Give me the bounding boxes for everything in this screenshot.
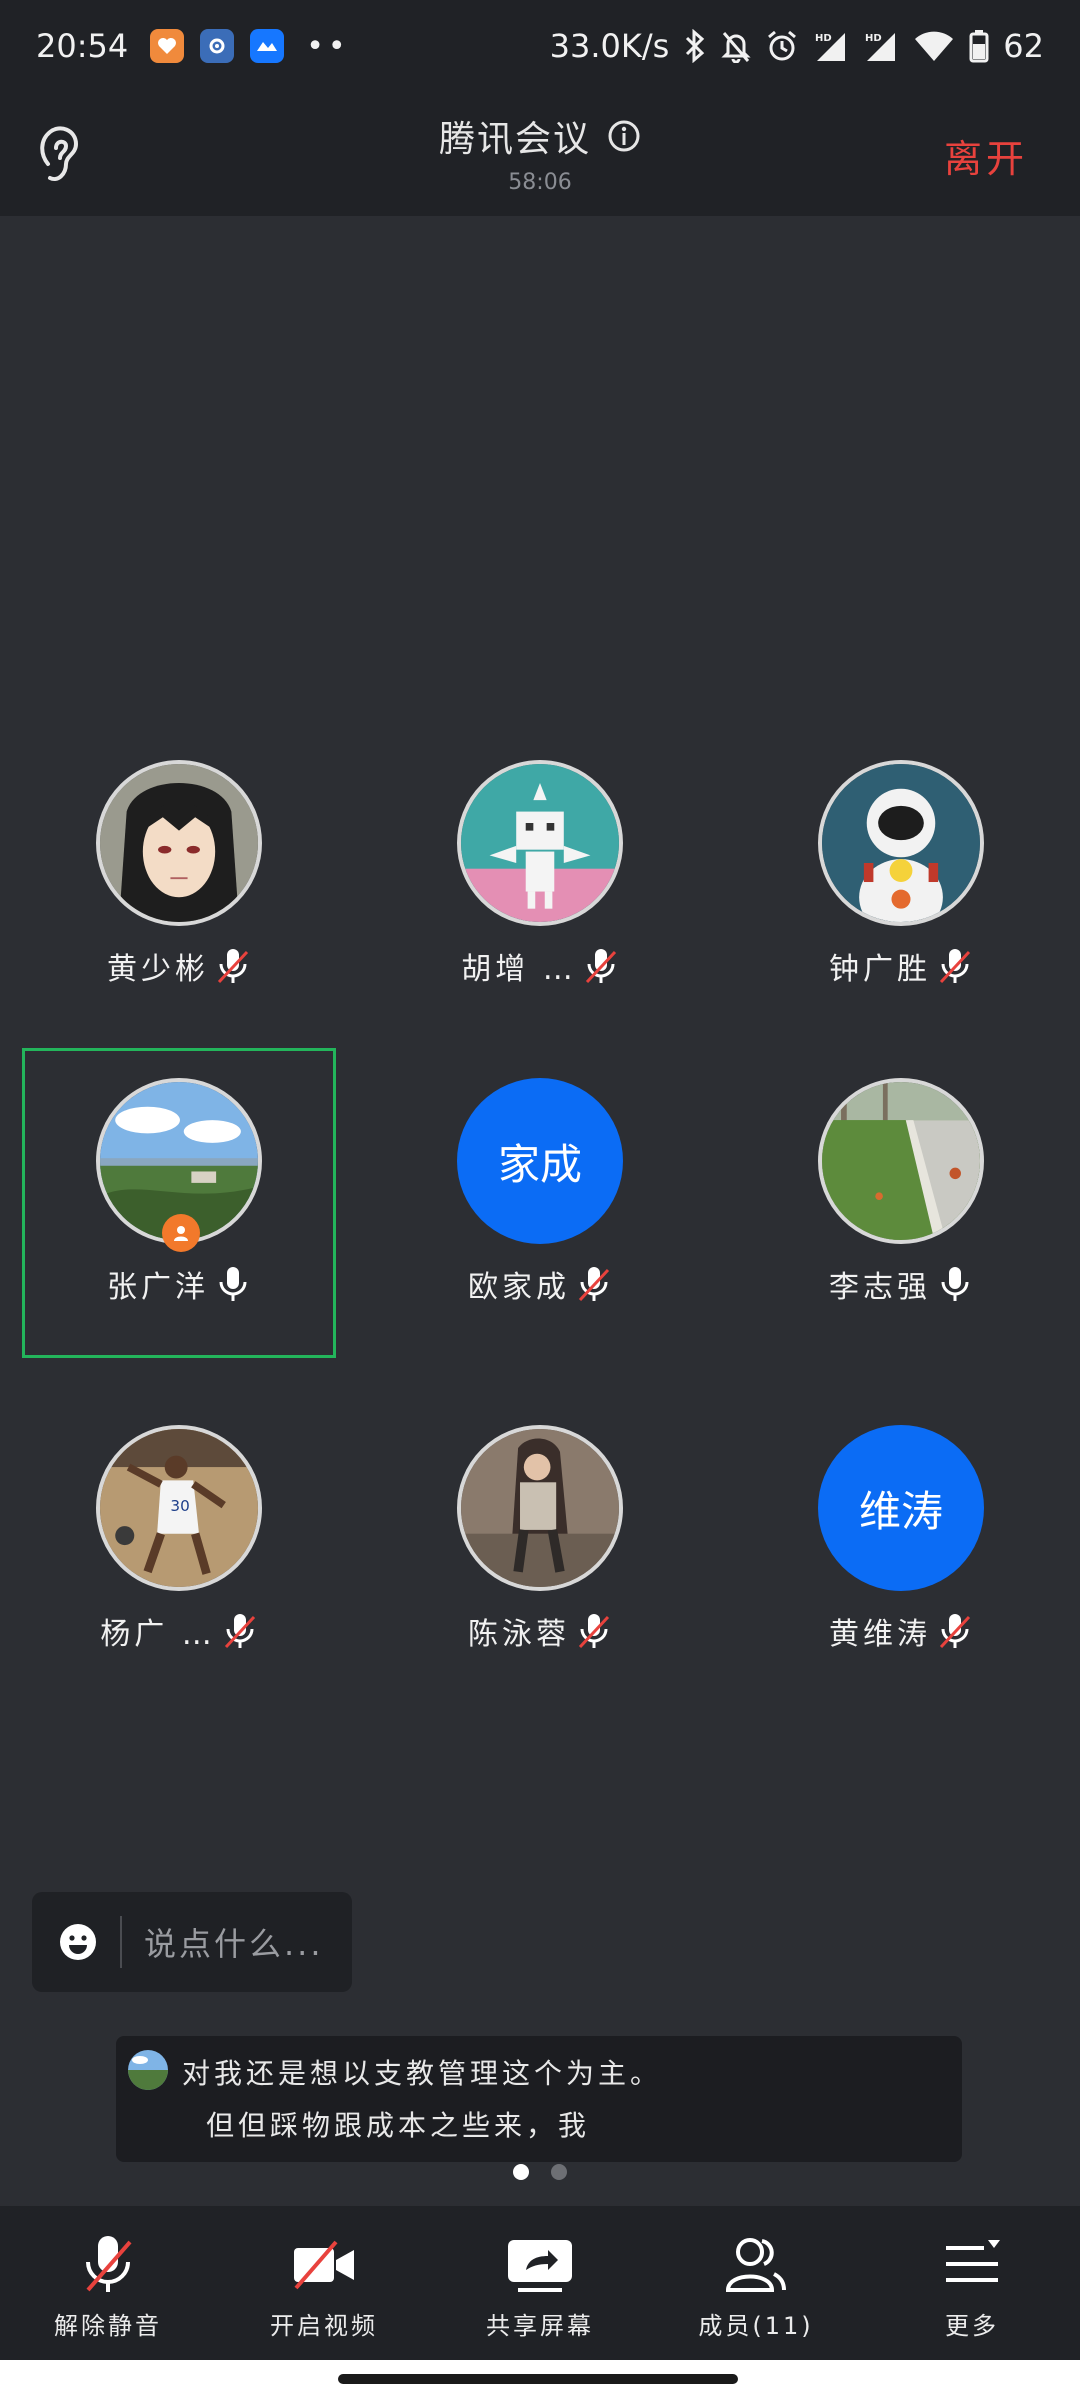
home-indicator[interactable]	[338, 2374, 738, 2384]
more-label: 更多	[945, 2312, 999, 2340]
avatar	[96, 760, 262, 926]
caption-speaker-avatar	[128, 2050, 168, 2090]
battery-icon	[969, 30, 989, 63]
mic-muted-icon	[585, 949, 616, 984]
participant-tile[interactable]: 黄少彬	[22, 730, 336, 1040]
participant-name: 黄维涛	[829, 1617, 931, 1652]
status-time: 20:54	[36, 27, 129, 65]
caption-line-1: 对我还是想以支教管理这个为主。	[182, 2057, 663, 2090]
avatar	[818, 1078, 984, 1244]
page-dot[interactable]	[551, 2164, 567, 2180]
bottom-toolbar: 解除静音 开启视频 共享屏幕 成员(11) 更多	[0, 2206, 1080, 2360]
mic-muted-icon	[939, 1614, 971, 1649]
participant-name: 欧家成	[468, 1270, 570, 1305]
svg-text:HD: HD	[815, 33, 832, 44]
avatar	[457, 1425, 623, 1591]
status-bar: 20:54 •• 33.0K/s HD HD 62	[0, 0, 1080, 92]
battery-level: 62	[1003, 27, 1044, 65]
more-menu-icon	[946, 2240, 1000, 2282]
start-video-button[interactable]: 开启视频	[216, 2206, 432, 2360]
participant-tile[interactable]: 家成 欧家成	[383, 1048, 697, 1358]
share-screen-icon	[508, 2240, 572, 2292]
chat-placeholder: 说点什么...	[144, 1925, 324, 1963]
avatar	[818, 760, 984, 926]
participant-tile[interactable]: 30 杨广 …	[22, 1395, 336, 1705]
chat-divider	[120, 1916, 122, 1968]
leave-button[interactable]: 离开	[944, 128, 1028, 183]
participant-name: 陈泳蓉	[468, 1617, 570, 1652]
share-screen-button[interactable]: 共享屏幕	[432, 2206, 648, 2360]
meeting-app-icon	[250, 29, 285, 63]
avatar-text: 维涛	[818, 1425, 984, 1591]
meeting-timer: 58:06	[508, 170, 572, 195]
members-label: 成员(11)	[698, 2312, 814, 2340]
mute-bell-icon	[721, 32, 751, 63]
more-notifications-icon: ••	[306, 28, 350, 64]
participant-name: 胡增 …	[461, 952, 577, 987]
signal-hd-1-icon: HD	[815, 33, 846, 61]
svg-text:HD: HD	[865, 33, 882, 44]
meeting-title: 腾讯会议	[438, 119, 591, 160]
mic-on-icon	[941, 1267, 969, 1301]
info-icon[interactable]	[607, 119, 641, 153]
participant-name: 张广洋	[107, 1270, 209, 1305]
start-video-label: 开启视频	[270, 2312, 378, 2340]
chat-input[interactable]: 说点什么...	[32, 1892, 352, 1992]
avatar: 30	[96, 1425, 262, 1591]
page-indicator	[0, 2164, 1080, 2180]
signal-hd-2-icon: HD	[865, 33, 896, 61]
participant-tile[interactable]: 钟广胜	[744, 730, 1058, 1040]
emoji-icon[interactable]	[58, 1922, 98, 1962]
avatar-text: 家成	[457, 1078, 623, 1244]
participant-name: 杨广 …	[100, 1617, 216, 1652]
video-off-icon	[294, 2240, 354, 2290]
mic-muted-icon	[578, 1614, 610, 1649]
live-caption: 对我还是想以支教管理这个为主。 但但踩物跟成本之些来，我	[116, 2036, 962, 2162]
participant-tile[interactable]: 维涛 黄维涛	[744, 1395, 1058, 1705]
participant-name: 钟广胜	[829, 952, 931, 987]
mic-muted-icon	[939, 949, 971, 984]
unmute-button[interactable]: 解除静音	[0, 2206, 216, 2360]
meeting-header: 腾讯会议 58:06 离开	[0, 92, 1080, 216]
avatar	[457, 760, 623, 926]
health-app-icon	[150, 29, 185, 63]
mic-muted-icon	[217, 949, 249, 984]
participant-name: 黄少彬	[107, 952, 209, 987]
participant-tile[interactable]: 李志强	[744, 1048, 1058, 1358]
participant-tile[interactable]: 陈泳蓉	[383, 1395, 697, 1705]
page-dot-active[interactable]	[513, 2164, 529, 2180]
participant-tile[interactable]: 胡增 …	[383, 730, 697, 1040]
members-button[interactable]: 成员(11)	[648, 2206, 864, 2360]
navigation-area	[0, 2360, 1080, 2400]
svg-text:30: 30	[170, 1497, 189, 1515]
share-screen-label: 共享屏幕	[486, 2312, 594, 2340]
host-badge-icon	[162, 1214, 200, 1252]
mic-muted-icon	[224, 1614, 255, 1649]
mic-muted-icon	[86, 2236, 132, 2292]
participant-name: 李志强	[829, 1270, 931, 1305]
settings-app-icon	[200, 29, 235, 63]
members-icon	[725, 2238, 786, 2292]
unmute-label: 解除静音	[54, 2312, 162, 2340]
mic-muted-icon	[578, 1267, 610, 1302]
more-button[interactable]: 更多	[864, 2206, 1080, 2360]
network-speed: 33.0K/s	[549, 27, 670, 65]
participant-tile-active[interactable]: 张广洋	[22, 1048, 336, 1358]
mic-on-icon	[219, 1267, 247, 1301]
alarm-icon	[768, 30, 797, 61]
bluetooth-icon	[686, 29, 705, 63]
caption-line-2: 但但踩物跟成本之些来，我	[206, 2109, 591, 2142]
wifi-icon	[915, 31, 954, 61]
